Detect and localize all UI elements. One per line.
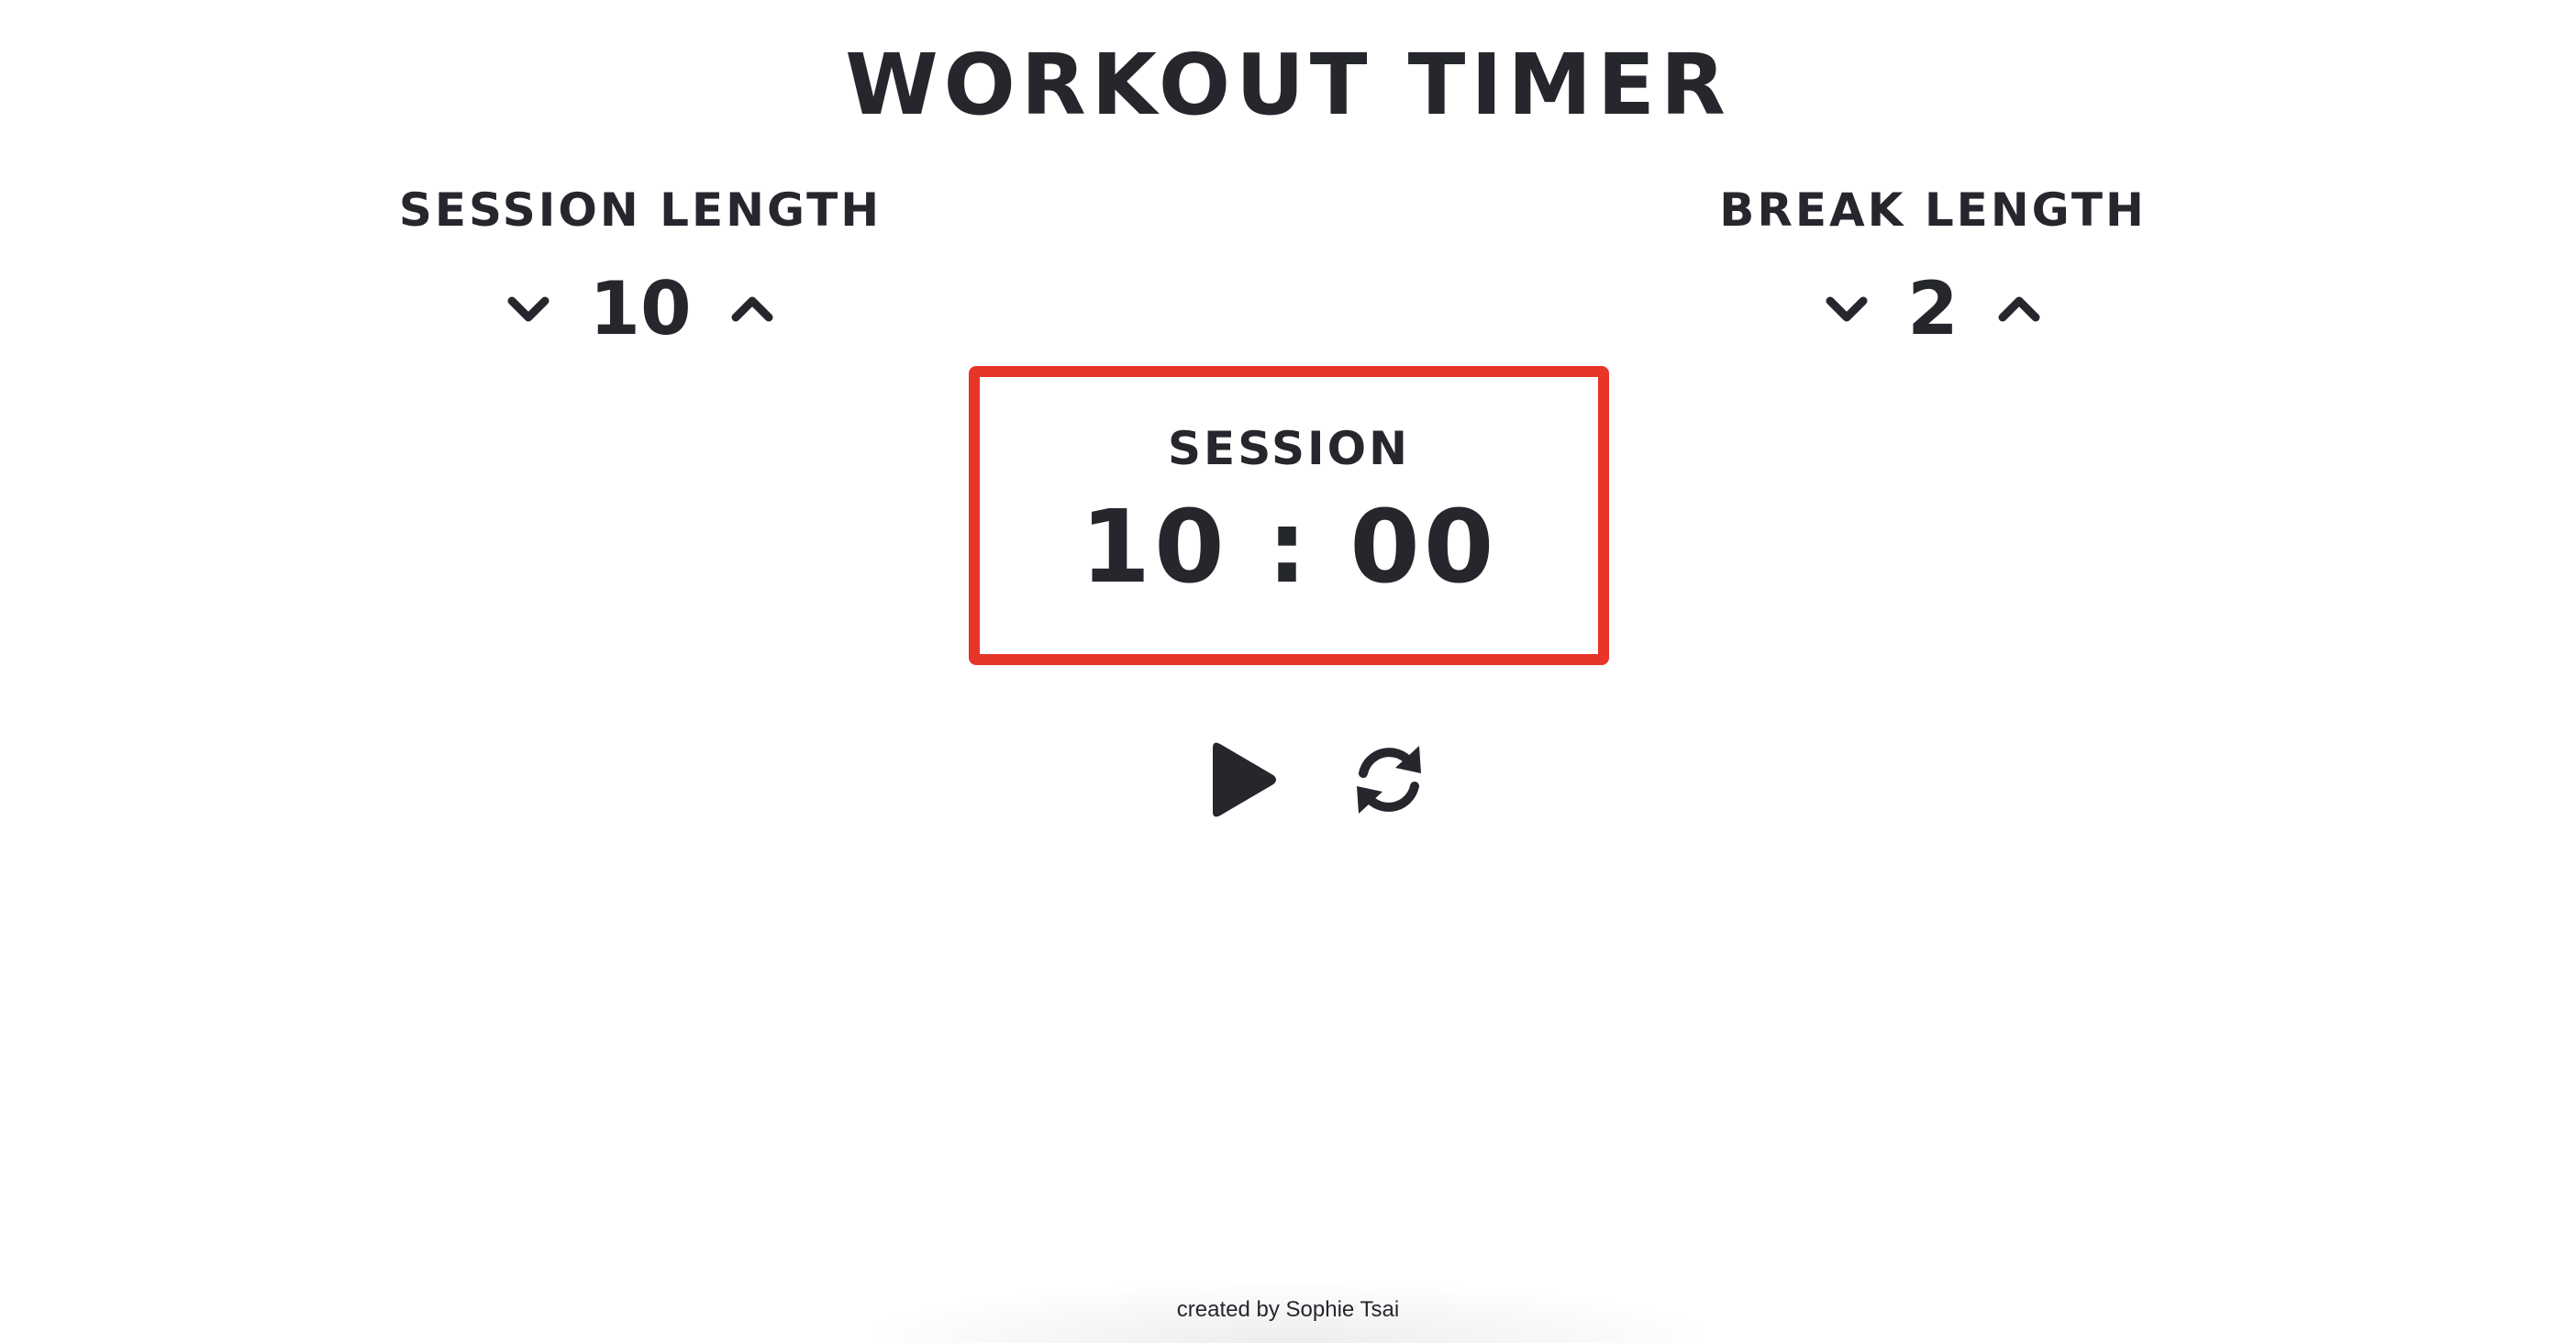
page-title: WORKOUT TIMER bbox=[845, 36, 1731, 134]
timer-label: SESSION bbox=[1168, 422, 1410, 475]
chevron-up-icon bbox=[1998, 296, 2040, 322]
start-stop-button[interactable] bbox=[1196, 734, 1288, 826]
session-decrement-button[interactable] bbox=[503, 283, 554, 335]
session-length-stepper: 10 bbox=[319, 268, 961, 350]
reset-button[interactable] bbox=[1343, 734, 1435, 826]
break-decrement-button[interactable] bbox=[1821, 283, 1872, 335]
refresh-icon bbox=[1357, 746, 1421, 814]
session-increment-button[interactable] bbox=[727, 283, 778, 335]
time-left-display: 10 : 00 bbox=[1080, 488, 1498, 605]
session-length-value: 10 bbox=[589, 266, 692, 351]
chevron-up-icon bbox=[731, 296, 773, 322]
break-length-stepper: 2 bbox=[1612, 268, 2254, 350]
session-length-label: SESSION LENGTH bbox=[398, 183, 883, 237]
break-length-label: BREAK LENGTH bbox=[1719, 183, 2147, 237]
timer-controls bbox=[1196, 734, 1435, 826]
play-icon bbox=[1213, 742, 1276, 817]
timer-panel: SESSION 10 : 00 bbox=[969, 366, 1609, 665]
session-length-control: SESSION LENGTH 10 bbox=[319, 180, 961, 350]
break-length-control: BREAK LENGTH 2 bbox=[1612, 180, 2254, 350]
footer-credit: created by Sophie Tsai bbox=[872, 1284, 1704, 1343]
chevron-down-icon bbox=[507, 296, 550, 322]
break-length-value: 2 bbox=[1907, 266, 1959, 351]
break-increment-button[interactable] bbox=[1993, 283, 2045, 335]
chevron-down-icon bbox=[1826, 296, 1868, 322]
